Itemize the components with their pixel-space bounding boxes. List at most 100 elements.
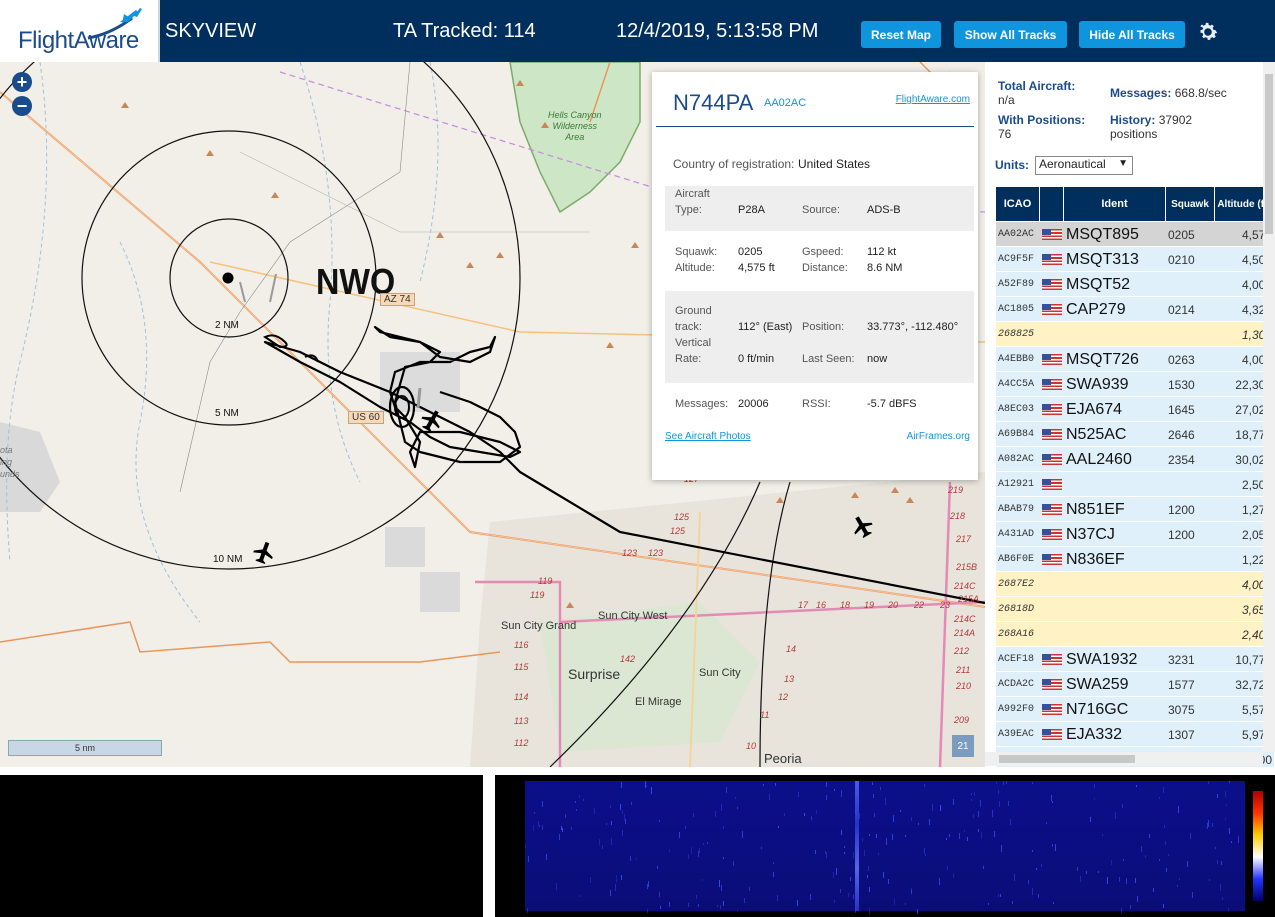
zoom-in-button[interactable]: +	[12, 72, 32, 92]
us-flag-icon	[1042, 679, 1062, 690]
show-all-tracks-button[interactable]: Show All Tracks	[954, 21, 1067, 48]
route-number: 214C	[954, 614, 976, 624]
app-title: SKYVIEW	[165, 20, 257, 42]
route-number: 119	[538, 576, 553, 586]
aircraft-registration: N744PA	[673, 90, 754, 115]
route-number: 211	[956, 665, 971, 675]
aircraft-row[interactable]: AC1805 CAP279 0214 4,325	[996, 297, 1274, 322]
squawk-cell: 3231	[1168, 652, 1195, 667]
route-number: 116	[514, 640, 529, 650]
spectrum-panel	[0, 775, 483, 917]
aircraft-row[interactable]: 268825 1,300	[996, 322, 1274, 347]
icao-cell: ACEF18	[998, 654, 1035, 665]
panel-vertical-scrollbar[interactable]	[1263, 62, 1275, 752]
aircraft-row[interactable]: A992F0 N716GC 3075 5,575	[996, 697, 1274, 722]
us-flag-icon	[1042, 304, 1062, 315]
flightaware-logo[interactable]: FlightAware	[0, 0, 160, 62]
aircraft-row[interactable]: A082AC AAL2460 2354 30,025	[996, 447, 1274, 472]
gear-icon[interactable]	[1196, 20, 1220, 44]
flag-cell	[1042, 647, 1062, 672]
aircraft-row[interactable]: A52F89 MSQT52 4,000	[996, 272, 1274, 297]
country-label: Country of registration:	[673, 157, 795, 171]
town-label: Peoria	[764, 751, 802, 766]
aircraft-row[interactable]: A8EC03 EJA674 1645 27,025	[996, 397, 1274, 422]
route-number: 209	[954, 715, 970, 725]
aircraft-row[interactable]: 26818D 3,650	[996, 597, 1274, 622]
reset-map-button[interactable]: Reset Map	[861, 21, 941, 48]
aircraft-row[interactable]: A4EBB0 MSQT726 0263 4,000	[996, 347, 1274, 372]
aircraft-row[interactable]: ABAB79 N851EF 1200 1,275	[996, 497, 1274, 522]
route-number: 219	[948, 485, 964, 495]
panel-horizontal-scrollbar[interactable]	[985, 752, 1263, 766]
aircraft-row[interactable]: A69B84 N525AC 2646 18,775	[996, 422, 1274, 447]
aircraft-row[interactable]: A39EAC EJA332 1307 5,975	[996, 722, 1274, 747]
aircraft-row[interactable]: AA02AC MSQT895 0205 4,575	[996, 222, 1274, 247]
zoom-out-button[interactable]: −	[12, 96, 32, 116]
map-layer-button[interactable]: 21	[952, 735, 974, 757]
datetime: 12/4/2019, 5:13:58 PM	[616, 20, 819, 42]
town-label: El Mirage	[635, 696, 682, 708]
col-flag[interactable]	[1040, 187, 1064, 221]
us-flag-icon	[1042, 454, 1062, 465]
us-flag-icon	[1042, 379, 1062, 390]
us-flag-icon	[1042, 404, 1062, 415]
aircraft-row[interactable]: 268A16 2,400	[996, 622, 1274, 647]
aircraft-row[interactable]: 2687E2 4,000	[996, 572, 1274, 597]
aircraft-row[interactable]: ACEF18 SWA1932 3231 10,775	[996, 647, 1274, 672]
ident-cell: MSQT726	[1066, 350, 1139, 368]
aircraft-row[interactable]: A431AD N37CJ 1200 2,050	[996, 522, 1274, 547]
route-number: 123	[648, 548, 664, 558]
col-icao[interactable]: ICAO	[996, 187, 1040, 221]
flag-cell	[1042, 722, 1062, 747]
flag-cell	[1042, 272, 1062, 297]
units-select[interactable]: Aeronautical ▼	[1035, 156, 1133, 175]
route-number: 214A	[954, 628, 976, 638]
aircraft-photos-link[interactable]: See Aircraft Photos	[665, 431, 751, 442]
flag-cell	[1042, 247, 1062, 272]
flag-cell	[1042, 222, 1062, 247]
squawk-cell: 2354	[1168, 452, 1195, 467]
ident-cell: N37CJ	[1066, 525, 1115, 543]
airframes-link[interactable]: AirFrames.org	[907, 431, 970, 442]
gspeed-value: 112 kt	[867, 246, 897, 258]
icao-cell: A082AC	[998, 454, 1035, 465]
route-number: 17	[798, 600, 809, 610]
col-squawk[interactable]: Squawk	[1166, 187, 1215, 221]
with-positions-stat: With Positions: 76	[998, 113, 1086, 141]
col-ident[interactable]: Ident	[1064, 187, 1166, 221]
ident-cell: SWA259	[1066, 675, 1129, 693]
route-number: 214C	[954, 581, 976, 591]
route-number: 217	[956, 534, 972, 544]
squawk-cell: 1577	[1168, 677, 1195, 692]
ident-cell: SWA939	[1066, 375, 1129, 393]
route-number: 115	[514, 662, 529, 672]
route-number: 114	[514, 692, 529, 702]
route-number: 12	[778, 692, 789, 702]
route-number: 112	[514, 738, 529, 748]
aircraft-row[interactable]: ACDA2C SWA259 1577 32,725	[996, 672, 1274, 697]
flag-cell	[1042, 372, 1062, 397]
flightaware-link[interactable]: FlightAware.com	[896, 94, 970, 105]
route-number: 19	[864, 600, 875, 610]
icao-cell: 2687E2	[998, 579, 1035, 590]
icao-cell: A69B84	[998, 429, 1035, 440]
route-number: 215A	[958, 594, 980, 604]
squawk-cell: 3075	[1168, 702, 1195, 717]
road-shield-us60: US 60	[348, 411, 384, 424]
us-flag-icon	[1042, 504, 1062, 515]
squawk-cell: 0205	[1168, 227, 1195, 242]
ident-cell: EJA332	[1066, 725, 1123, 743]
hide-all-tracks-button[interactable]: Hide All Tracks	[1079, 21, 1185, 48]
aircraft-row[interactable]: AB6F0E N836EF 1,225	[996, 547, 1274, 572]
aircraft-row[interactable]: A12921 2,500	[996, 472, 1274, 497]
messages-stat: Messages: 668.8/sec	[1110, 86, 1227, 100]
route-number: 11	[760, 710, 770, 720]
route-number: 16	[816, 600, 827, 610]
route-number: 119	[530, 590, 545, 600]
track-value: 112° (East)	[738, 321, 793, 333]
aircraft-row[interactable]: AC9F5F MSQT313 0210 4,500	[996, 247, 1274, 272]
aircraft-row[interactable]: A4CC5A SWA939 1530 22,300	[996, 372, 1274, 397]
us-flag-icon	[1042, 354, 1062, 365]
aircraft-hex-link[interactable]: AA02AC	[764, 97, 806, 109]
map-scale-bar: 5 nm	[8, 740, 162, 756]
